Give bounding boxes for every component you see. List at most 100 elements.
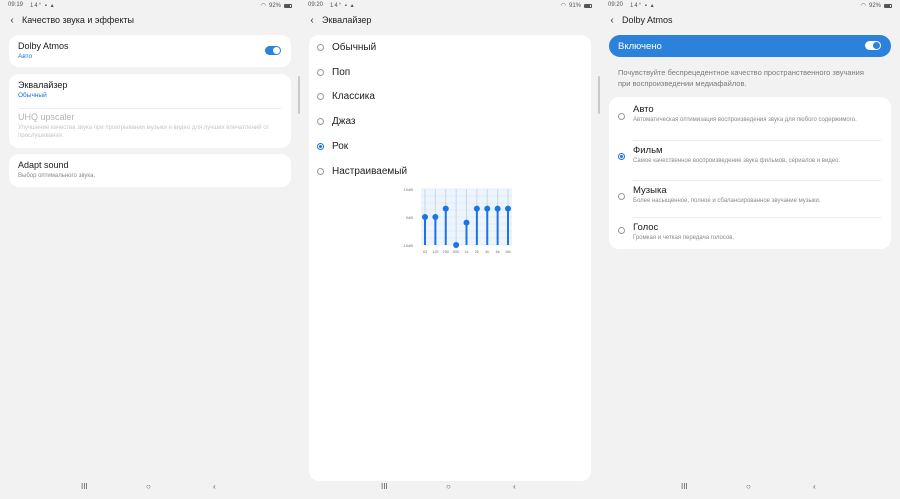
status-bar: 09:19 14° ▪ ▴ ◠ 92%	[0, 0, 300, 10]
item-subtitle: Авто	[18, 53, 33, 60]
battery-percent: 92%	[868, 2, 881, 9]
radio-button[interactable]	[618, 113, 625, 120]
image-icon: ▪	[344, 3, 348, 9]
wifi-icon: ◠	[260, 3, 266, 9]
preset-option[interactable]: Обычный	[309, 36, 591, 60]
radio-button[interactable]	[317, 93, 324, 101]
wifi-icon: ◠	[860, 3, 866, 9]
adapt-sound-item[interactable]: Adapt sound Выбор оптимального звука.	[9, 154, 291, 187]
home-icon[interactable]: ○	[446, 482, 451, 491]
recents-icon[interactable]: III	[681, 482, 688, 491]
preset-option[interactable]: Настраиваемый	[309, 160, 591, 184]
status-time: 09:19	[8, 2, 24, 8]
eq-band-knob	[432, 214, 439, 220]
battery-percent: 92%	[268, 2, 281, 9]
app-icon: ▴	[50, 3, 55, 9]
item-title: Adapt sound	[18, 160, 69, 170]
preset-option[interactable]: Поп	[309, 61, 591, 85]
eq-band-knob	[494, 205, 501, 212]
mode-description: Автоматическая оптимизация воспроизведен…	[633, 117, 857, 123]
preset-label: Настраиваемый	[332, 165, 408, 177]
recents-icon[interactable]: III	[381, 482, 388, 491]
radio-button[interactable]	[618, 193, 625, 200]
app-icon: ▴	[650, 3, 655, 9]
item-subtitle: Улучшение качества звука при проигрывани…	[18, 125, 270, 139]
back-arrow-icon[interactable]: ‹	[8, 15, 16, 26]
dolby-atmos-item[interactable]: Dolby Atmos Авто	[9, 35, 291, 67]
preset-label: Поп	[332, 66, 351, 78]
radio-button[interactable]	[317, 118, 324, 126]
navigation-bar: III ○ ‹	[600, 479, 900, 499]
radio-button[interactable]	[317, 68, 324, 76]
item-title: Эквалайзер	[18, 80, 68, 90]
status-temperature: 14°	[630, 3, 643, 9]
wifi-icon: ◠	[560, 3, 566, 9]
back-icon[interactable]: ‹	[513, 482, 516, 491]
status-time: 09:20	[308, 2, 324, 8]
recents-icon[interactable]: III	[81, 482, 88, 491]
equalizer-item[interactable]: Эквалайзер Обычный	[18, 80, 67, 99]
mode-description: Более насыщенное, полное и сбалансирован…	[633, 198, 821, 204]
back-icon[interactable]: ‹	[813, 482, 816, 491]
status-temperature: 14°	[330, 3, 343, 9]
preset-label: Обычный	[332, 42, 377, 53]
page-title: Dolby Atmos	[622, 15, 673, 25]
mode-title: Авто	[633, 104, 654, 115]
radio-button[interactable]	[317, 167, 324, 175]
dolby-atmos-toggle[interactable]	[265, 46, 281, 55]
image-icon: ▪	[644, 3, 648, 9]
preset-option[interactable]: Рок	[309, 135, 591, 159]
navigation-bar: III ○ ‹	[300, 479, 600, 499]
status-temperature: 14°	[30, 3, 43, 9]
preset-option[interactable]: Джаз	[309, 110, 591, 134]
dolby-master-toggle[interactable]	[865, 41, 881, 50]
eq-band-label: 125	[432, 250, 438, 254]
dolby-mode-option[interactable]: Фильм Самое качественное воспроизведение …	[609, 141, 891, 181]
battery-percent: 91%	[568, 2, 581, 9]
eq-band-knob	[463, 219, 470, 226]
mode-title: Голос	[633, 222, 659, 233]
page-title: Эквалайзер	[322, 15, 372, 25]
dolby-atmos-screen: 09:20 14° ▪ ▴ ◠ 92% ‹ Dolby Atmos Включен…	[600, 0, 900, 499]
radio-button[interactable]	[618, 153, 625, 160]
divider	[19, 108, 281, 109]
equalizer-group: Эквалайзер Обычный UHQ upscaler Улучшени…	[9, 74, 291, 148]
eq-y-tick-label: 0dB	[406, 215, 413, 220]
eq-band-label: 63	[423, 250, 427, 254]
dolby-mode-option[interactable]: Музыка Более насыщенное, полное и сбаланс…	[609, 181, 891, 218]
radio-button[interactable]	[317, 142, 324, 150]
page-header: ‹ Dolby Atmos	[608, 12, 673, 28]
dolby-enabled-banner[interactable]: Включено	[609, 35, 891, 57]
back-icon[interactable]: ‹	[213, 482, 216, 491]
mode-title: Фильм	[633, 145, 663, 156]
sound-quality-screen: 09:19 14° ▪ ▴ ◠ 92% ‹ Качество звука и эф…	[0, 0, 300, 499]
battery-icon	[584, 3, 592, 8]
home-icon[interactable]: ○	[746, 482, 751, 491]
page-title: Качество звука и эффекты	[22, 15, 134, 25]
eq-band-knob	[422, 214, 428, 220]
dolby-mode-option[interactable]: Авто Автоматическая оптимизация воспроизв…	[609, 100, 891, 141]
item-title: Dolby Atmos	[18, 41, 69, 51]
back-arrow-icon[interactable]: ‹	[308, 15, 316, 26]
eq-y-tick-label: -10dB	[402, 243, 413, 248]
preset-label: Классика	[332, 91, 375, 103]
preset-label: Рок	[332, 140, 349, 152]
preset-label: Джаз	[332, 116, 356, 128]
eq-band-knob	[484, 205, 491, 212]
preset-option[interactable]: Классика	[309, 85, 591, 109]
battery-icon	[284, 3, 292, 8]
status-time: 09:20	[608, 2, 624, 8]
mode-description: Самое качественное воспроизведение звука…	[633, 158, 841, 164]
eq-band-knob	[442, 205, 449, 212]
dolby-mode-option[interactable]: Голос Громкая и четкая передача голосов.	[609, 218, 891, 249]
radio-button[interactable]	[618, 227, 625, 234]
back-arrow-icon[interactable]: ‹	[608, 15, 616, 26]
home-icon[interactable]: ○	[146, 482, 151, 491]
equalizer-screen: 09:20 14° ▪ ▴ ◠ 91% ‹ Эквалайзер Обычный П…	[300, 0, 600, 499]
eq-band-label: 250	[443, 250, 449, 254]
equalizer-chart[interactable]: 10dB 0dB -10dB 63 125 250 500 1k 2k 4k 8k 16k	[394, 183, 514, 257]
status-bar: 09:20 14° ▪ ▴ ◠ 92%	[600, 0, 900, 10]
app-icon: ▴	[350, 3, 355, 9]
radio-button[interactable]	[317, 44, 324, 51]
mode-title: Музыка	[633, 185, 667, 196]
